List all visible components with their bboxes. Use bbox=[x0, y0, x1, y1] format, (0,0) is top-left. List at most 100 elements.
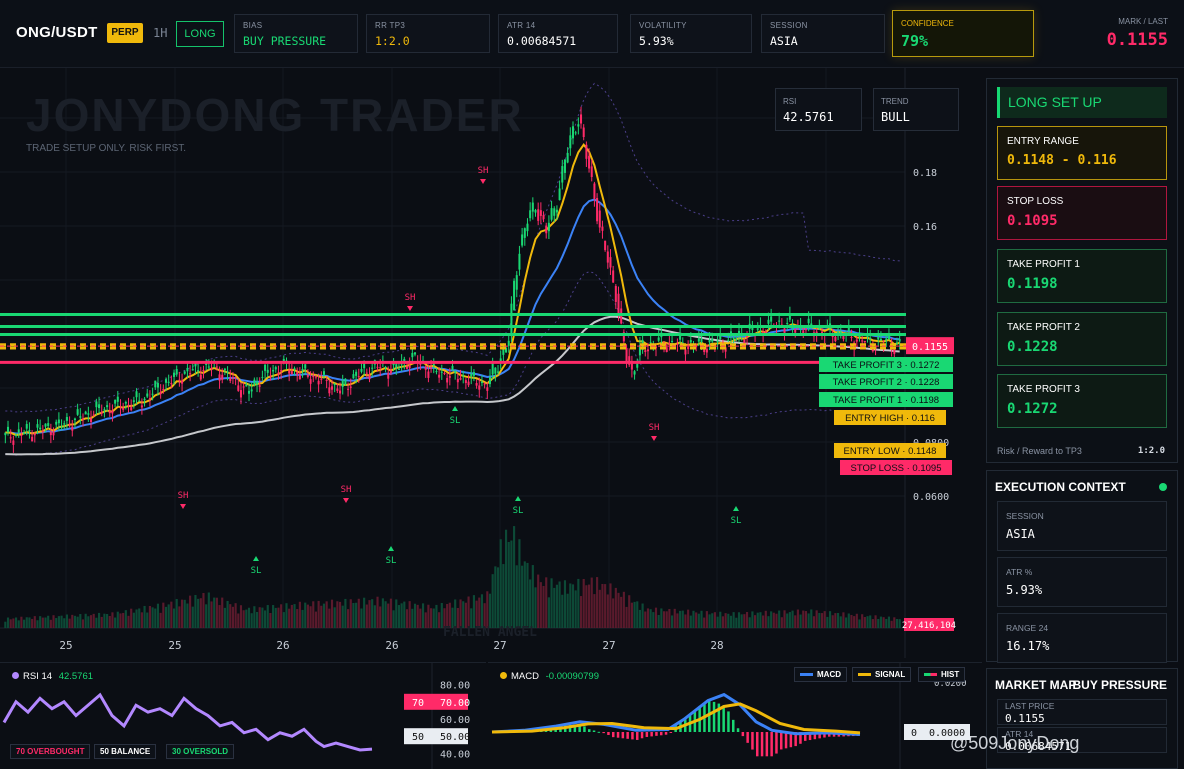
volume-bar bbox=[788, 612, 791, 628]
candle-body bbox=[719, 335, 722, 340]
candle-body bbox=[518, 253, 521, 270]
rsi-readout-value: 42.5761 bbox=[783, 110, 834, 124]
volume-bar bbox=[638, 609, 642, 628]
candle-body bbox=[360, 368, 363, 372]
level-label: TAKE PROFIT 1 bbox=[1007, 259, 1080, 270]
price-tick-label: 0.16 bbox=[913, 222, 937, 233]
swing-low-label: SL bbox=[731, 516, 742, 526]
ema-200-line bbox=[5, 315, 900, 456]
time-tick-label: 27 bbox=[602, 639, 615, 652]
candle-body bbox=[47, 423, 50, 427]
volume-bar bbox=[25, 617, 28, 628]
volume-bar bbox=[119, 613, 122, 628]
candle-body bbox=[435, 371, 438, 373]
candle-body bbox=[138, 400, 141, 402]
swing-high-label: SH bbox=[478, 166, 489, 176]
volume-bar bbox=[379, 606, 382, 628]
volume-bar bbox=[745, 612, 749, 628]
volume-bar bbox=[408, 601, 411, 628]
timeframe-label[interactable]: 1H bbox=[153, 26, 167, 40]
volume-bar bbox=[687, 609, 690, 628]
candle-body bbox=[371, 367, 374, 369]
volume-bar bbox=[617, 592, 620, 628]
volume-bar bbox=[598, 589, 601, 628]
candle-body bbox=[590, 166, 593, 178]
candle-body bbox=[269, 375, 272, 377]
rsi-tick-label: 80.00 bbox=[440, 681, 470, 692]
macd-panel[interactable]: 0.0200 0 0.0000 MACD -0.00090799 MACD SIGN… bbox=[488, 662, 982, 769]
candle-body bbox=[470, 373, 473, 377]
candle-body bbox=[593, 183, 596, 199]
volume-bar bbox=[355, 602, 358, 628]
candle-body bbox=[207, 366, 210, 368]
candle-body bbox=[146, 393, 149, 397]
price-chart[interactable]: 0.240.220.200.180.160.08000.060025252626… bbox=[0, 68, 982, 658]
candle-body bbox=[264, 364, 267, 371]
volume-bar bbox=[405, 609, 409, 628]
swing-high-arrow-icon bbox=[343, 498, 349, 503]
macd-dot-icon bbox=[500, 672, 507, 679]
stat-value: ASIA bbox=[770, 34, 798, 48]
candle-body bbox=[459, 377, 462, 380]
volume-bar bbox=[719, 611, 722, 628]
candle-body bbox=[448, 375, 451, 378]
volume-bar bbox=[579, 596, 583, 628]
volume-bar bbox=[421, 603, 425, 628]
candle-body bbox=[178, 379, 181, 381]
volume-bar bbox=[716, 616, 719, 628]
volume-bar bbox=[290, 604, 293, 628]
market-map-title: MARKET MAP bbox=[995, 678, 1077, 692]
take-profit-2-card[interactable]: TAKE PROFIT 2 0.1228 bbox=[997, 312, 1167, 366]
swing-high-arrow-icon bbox=[407, 306, 413, 311]
candle-body bbox=[456, 378, 459, 383]
take-profit-3-card[interactable]: TAKE PROFIT 3 0.1272 bbox=[997, 374, 1167, 428]
volume-bar bbox=[400, 603, 403, 628]
candle-body bbox=[135, 391, 138, 398]
candle-body bbox=[850, 336, 853, 338]
volume-bar bbox=[743, 614, 746, 628]
volume-bar bbox=[221, 597, 224, 628]
macd-hist-bar bbox=[756, 732, 759, 757]
candle-body bbox=[770, 316, 773, 322]
macd-hist-bar bbox=[727, 711, 730, 732]
swing-low-label: SL bbox=[513, 506, 524, 516]
volume-bar bbox=[143, 605, 146, 628]
volume-bar bbox=[893, 617, 896, 628]
volume-bar bbox=[199, 598, 202, 628]
volume-bar bbox=[360, 608, 363, 628]
stat-bias: BIAS BUY PRESSURE bbox=[234, 14, 358, 53]
entry-range-card[interactable]: ENTRY RANGE 0.1148 - 0.116 bbox=[997, 126, 1167, 180]
volume-bar bbox=[298, 601, 301, 628]
candle-body bbox=[480, 382, 483, 384]
symbol-title[interactable]: ONG/USDT bbox=[16, 24, 98, 41]
candle-body bbox=[60, 426, 63, 428]
volume-bar bbox=[92, 613, 95, 628]
candle-body bbox=[309, 379, 312, 384]
chart-tagline: TRADE SETUP ONLY. RISK FIRST. bbox=[26, 143, 187, 154]
candle-body bbox=[44, 423, 47, 427]
volume-bar bbox=[52, 615, 55, 628]
author-credit: @509JonyDong bbox=[950, 733, 1080, 753]
rsi-panel[interactable]: 80.00 60.00 40.00 70 70.00 50 50.00 RSI 14 42.… bbox=[0, 662, 486, 769]
volume-bar bbox=[507, 541, 510, 628]
candle-body bbox=[191, 369, 194, 371]
take-profit-1-card[interactable]: TAKE PROFIT 1 0.1198 bbox=[997, 249, 1167, 303]
price-chart-svg[interactable]: 0.240.220.200.180.160.08000.060025252626… bbox=[0, 68, 982, 658]
volume-bar bbox=[6, 617, 10, 628]
volume-bar bbox=[357, 598, 360, 628]
volume-bar bbox=[729, 615, 733, 628]
candle-body bbox=[210, 367, 213, 369]
volume-bar bbox=[317, 600, 320, 628]
level-label: ENTRY RANGE bbox=[1007, 136, 1079, 147]
candle-body bbox=[454, 370, 457, 373]
candle-body bbox=[167, 381, 170, 383]
candle-body bbox=[322, 371, 325, 375]
volume-bar bbox=[475, 600, 478, 628]
rsi-readout-label: RSI bbox=[783, 97, 797, 106]
candle-body bbox=[606, 251, 609, 263]
candle-body bbox=[247, 390, 251, 394]
stop-loss-card[interactable]: STOP LOSS 0.1095 bbox=[997, 186, 1167, 240]
rsi-50-tag-text: 50.00 bbox=[440, 732, 470, 743]
volume-bar bbox=[820, 613, 824, 628]
candle-body bbox=[526, 223, 529, 232]
